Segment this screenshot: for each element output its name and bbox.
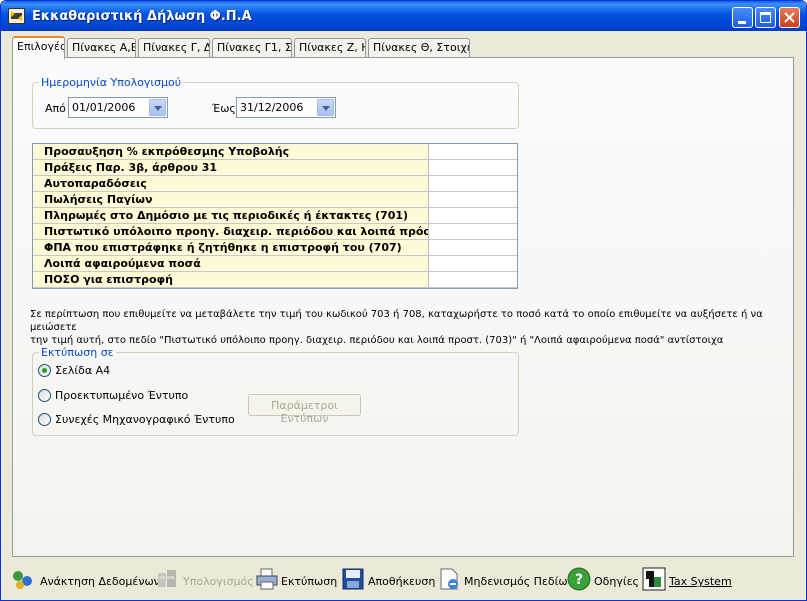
tab-tables-gd[interactable]: Πίνακες Γ, Δ (138, 38, 210, 57)
grid-row-label: Πιστωτικό υπόλοιπο προηγ. διαχειρ. περιό… (33, 224, 429, 239)
bottom-toolbar: Ανάκτηση Δεδομένων Υπολογισμός Εκτύπωση (1, 559, 806, 600)
save-label: Αποθήκευση (368, 575, 436, 588)
maximize-icon (760, 12, 771, 23)
calculate-button[interactable]: Υπολογισμός (155, 567, 254, 595)
save-icon (342, 568, 364, 590)
options-panel: Ημερομηνία Υπολογισμού Από 01/01/2006 Έω… (12, 57, 794, 557)
save-button[interactable]: Αποθήκευση (341, 567, 435, 595)
tab-tables-zh[interactable]: Πίνακες Ζ, Η (294, 38, 366, 57)
adjustments-grid: Προσαυξηση % εκπρόθεσμης Υποβολής Πράξει… (32, 143, 518, 289)
date-group-title: Ημερομηνία Υπολογισμού (39, 76, 184, 89)
grid-row: Αυτοπαραδόσεις (33, 176, 517, 192)
svg-text:?: ? (575, 572, 583, 588)
radio-button[interactable] (38, 364, 51, 377)
grid-row: ΠΟΣΟ για επιστροφή (33, 272, 517, 288)
to-date-combo[interactable]: 31/12/2006 (236, 97, 336, 118)
load-data-label: Ανάκτηση Δεδομένων (40, 575, 160, 588)
from-date-combo[interactable]: 01/01/2006 (68, 97, 168, 118)
tab-tables-ab[interactable]: Πίνακες Α,Β (67, 38, 136, 57)
to-date-value: 31/12/2006 (240, 101, 304, 114)
help-icon: ? (567, 567, 591, 591)
grid-row: Πιστωτικό υπόλοιπο προηγ. διαχειρ. περιό… (33, 224, 517, 240)
from-date-dropdown[interactable] (149, 99, 166, 116)
grid-row-label: Λοιπά αφαιρούμενα ποσά (33, 256, 429, 271)
title-bar[interactable]: Εκκαθαριστική Δήλωση Φ.Π.Α (1, 1, 806, 31)
grid-row-label: Πράξεις Παρ. 3β, άρθρου 31 (33, 160, 429, 175)
close-button[interactable] (779, 7, 800, 28)
grid-row: Πληρωμές στο Δημόσιο με τις περιοδικές ή… (33, 208, 517, 224)
load-data-icon (13, 571, 32, 589)
grid-row-label: Αυτοπαραδόσεις (33, 176, 429, 191)
radio-label: Προεκτυπωμένο Έντυπο (55, 389, 189, 402)
from-date-value: 01/01/2006 (72, 101, 136, 114)
tab-tables-g1st[interactable]: Πίνακες Γ1, ΣΤ (212, 38, 292, 57)
maximize-button[interactable] (755, 7, 776, 28)
app-icon (8, 8, 25, 24)
radio-button[interactable] (38, 413, 51, 426)
grid-row-value[interactable] (430, 176, 517, 191)
radio-label: Σελίδα Α4 (55, 364, 111, 377)
tax-system-logo-icon (642, 567, 666, 591)
grid-row: Λοιπά αφαιρούμενα ποσά (33, 256, 517, 272)
grid-row: ΦΠΑ που επιστράφηκε ή ζητήθηκε η επιστρο… (33, 240, 517, 256)
chevron-down-icon (154, 106, 162, 111)
grid-row-value[interactable] (430, 240, 517, 255)
form-params-button[interactable]: Παράμετροι Εντύπων (248, 394, 361, 425)
info-note: Σε περίπτωση που επιθυμείτε να μεταβάλετ… (30, 308, 780, 347)
grid-row-label: ΦΠΑ που επιστράφηκε ή ζητήθηκε η επιστρο… (33, 240, 429, 255)
grid-row-value[interactable] (430, 272, 517, 287)
print-label: Εκτύπωση (281, 575, 338, 588)
grid-row-value[interactable] (430, 144, 517, 159)
close-icon (784, 12, 795, 23)
grid-row: Προσαυξηση % εκπρόθεσμης Υποβολής (33, 144, 517, 160)
window-title: Εκκαθαριστική Δήλωση Φ.Π.Α (32, 9, 252, 24)
reset-fields-label: Μηδενισμός Πεδίων (464, 575, 574, 588)
from-label: Από (45, 102, 66, 115)
to-label: Έως (212, 102, 236, 115)
grid-row-label: Πωλήσεις Παγίων (33, 192, 429, 207)
minimize-button[interactable] (732, 7, 753, 28)
radio-label: Συνεχές Μηχανογραφικό Έντυπο (55, 413, 235, 426)
grid-row-value[interactable] (430, 192, 517, 207)
radio-dot-icon (42, 368, 47, 373)
to-date-dropdown[interactable] (317, 99, 334, 116)
tab-tables-th[interactable]: Πίνακες Θ, Στοιχεία (368, 38, 470, 57)
app-window: Εκκαθαριστική Δήλωση Φ.Π.Α Επιλογές Πίνα… (0, 0, 807, 601)
grid-row-label: ΠΟΣΟ για επιστροφή (33, 272, 429, 287)
print-group-title: Εκτύπωση σε (39, 346, 116, 359)
grid-row-value[interactable] (430, 208, 517, 223)
chevron-down-icon (322, 106, 330, 111)
grid-row-value[interactable] (430, 224, 517, 239)
grid-row-value[interactable] (430, 160, 517, 175)
tax-system-label: Tax System (669, 575, 732, 588)
radio-button[interactable] (38, 389, 51, 402)
printer-icon (256, 568, 278, 590)
help-label: Οδηγίες (594, 575, 639, 588)
grid-row: Πράξεις Παρ. 3β, άρθρου 31 (33, 160, 517, 176)
info-note-line: την τιμή αυτή, στο πεδίο "Πιστωτικό υπόλ… (30, 335, 724, 346)
info-note-line: Σε περίπτωση που επιθυμείτε να μεταβάλετ… (30, 309, 763, 333)
grid-row-value[interactable] (430, 256, 517, 271)
minimize-icon (738, 21, 746, 24)
load-data-button[interactable]: Ανάκτηση Δεδομένων (11, 567, 160, 595)
reset-fields-button[interactable]: Μηδενισμός Πεδίων (437, 567, 574, 595)
calculate-label: Υπολογισμός (183, 575, 254, 588)
tab-options[interactable]: Επιλογές (12, 36, 65, 59)
print-button[interactable]: Εκτύπωση (255, 567, 337, 595)
document-clear-icon (440, 568, 458, 590)
grid-row-label: Προσαυξηση % εκπρόθεσμης Υποβολής (33, 144, 429, 159)
grid-row-label: Πληρωμές στο Δημόσιο με τις περιοδικές ή… (33, 208, 429, 223)
help-button[interactable]: ? Οδηγίες (567, 567, 639, 595)
tax-system-button[interactable]: Tax System (642, 567, 732, 595)
calculate-icon (158, 570, 176, 587)
content-area: Επιλογές Πίνακες Α,Β Πίνακες Γ, Δ Πίνακε… (8, 31, 799, 559)
grid-row: Πωλήσεις Παγίων (33, 192, 517, 208)
